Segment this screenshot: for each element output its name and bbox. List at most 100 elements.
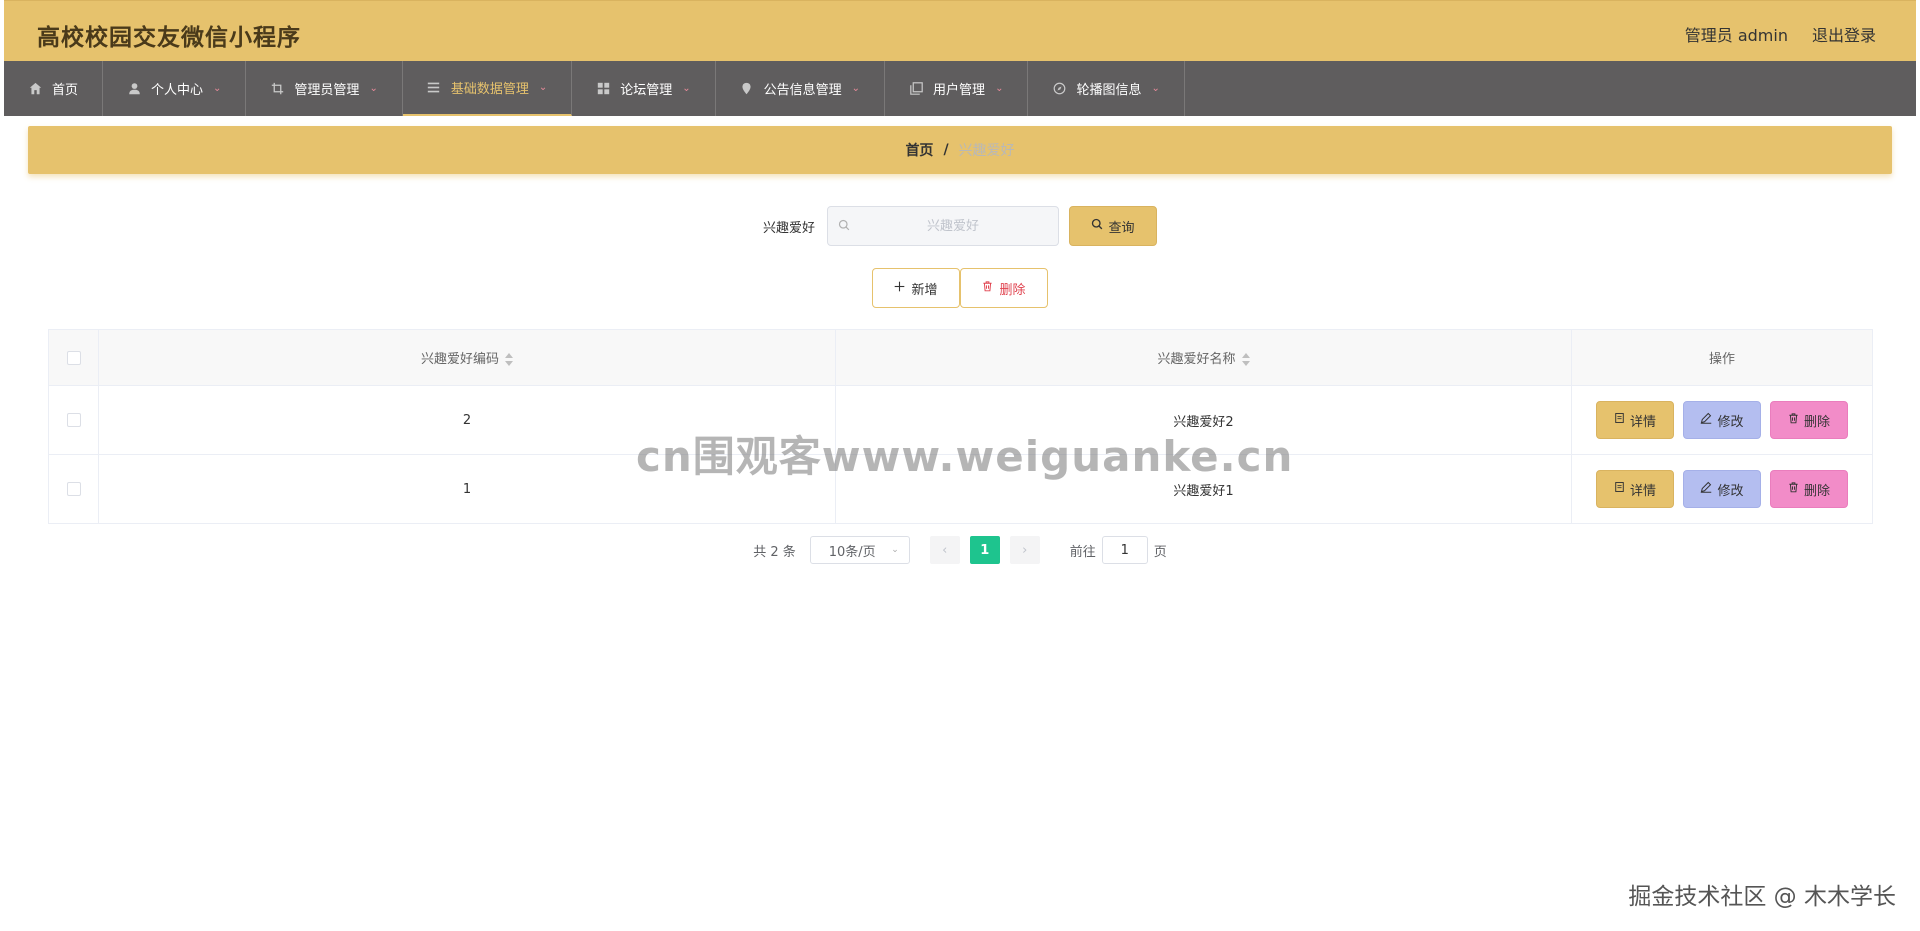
crop-icon (270, 82, 284, 96)
chevron-right-icon: › (1022, 542, 1028, 558)
query-button[interactable]: 查询 (1069, 206, 1157, 246)
nav-item-carousel-info[interactable]: 轮播图信息 ⌄ (1028, 61, 1185, 116)
nav-label: 用户管理 (933, 83, 986, 98)
column-header-name[interactable]: 兴趣爱好名称 (835, 329, 1572, 386)
pagination: 共 2 条 10条/页 ⌄ ‹ 1 › 前往 页 (28, 536, 1892, 564)
nav-label: 管理员管理 (294, 83, 360, 98)
trash-icon (982, 280, 993, 296)
content-card: 兴趣爱好 查询 新增 删除 (28, 184, 1892, 584)
nav-item-announcement-management[interactable]: 公告信息管理 ⌄ (716, 61, 886, 116)
edit-button[interactable]: 修改 (1683, 401, 1761, 439)
row-checkbox[interactable] (66, 413, 81, 427)
pin-icon (740, 82, 754, 96)
top-header: 高校校园交友微信小程序 管理员 admin 退出登录 (4, 0, 1916, 61)
plus-icon (894, 281, 905, 296)
row-select-cell (48, 385, 99, 455)
page-size-select[interactable]: 10条/页 ⌄ (809, 536, 910, 564)
nav-item-admin-management[interactable]: 管理员管理 ⌄ (246, 61, 403, 116)
sort-icon[interactable] (505, 353, 513, 366)
nav-item-basic-data[interactable]: 基础数据管理 ⌄ (402, 61, 573, 116)
detail-button[interactable]: 详情 (1596, 470, 1674, 508)
chevron-down-icon: ⌄ (538, 82, 548, 93)
main-nav: 首页 个人中心 ⌄ 管理员管理 ⌄ 基础数据管理 ⌄ 论坛管理 ⌄ 公告信息管理… (4, 61, 1916, 116)
page-number-current[interactable]: 1 (969, 536, 1000, 564)
batch-delete-label: 删除 (999, 282, 1026, 298)
logout-link[interactable]: 退出登录 (1812, 22, 1876, 46)
next-page-button[interactable]: › (1009, 536, 1040, 564)
goto-page-input[interactable] (1101, 536, 1148, 564)
breadcrumb-home-link[interactable]: 首页 (905, 140, 933, 160)
detail-label: 详情 (1629, 414, 1656, 430)
nav-label: 公告信息管理 (763, 83, 842, 98)
table-header-row: 兴趣爱好编码 兴趣爱好名称 操作 (48, 329, 1873, 386)
action-buttons: 新增 删除 (28, 268, 1892, 308)
nav-item-personal-center[interactable]: 个人中心 ⌄ (103, 61, 247, 116)
cell-actions: 详情 修改 删除 (1571, 385, 1873, 455)
trash-icon (1788, 412, 1799, 428)
select-all-cell (48, 329, 99, 386)
home-icon (28, 82, 42, 96)
search-field-wrapper (827, 206, 1059, 246)
add-button-label: 新增 (911, 282, 938, 298)
chevron-down-icon: ⌄ (369, 83, 378, 94)
user-icon (127, 82, 141, 96)
edit-label: 修改 (1717, 414, 1744, 430)
row-delete-button[interactable]: 删除 (1770, 401, 1848, 439)
column-header-actions: 操作 (1571, 329, 1873, 386)
nav-item-user-management[interactable]: 用户管理 ⌄ (885, 61, 1029, 116)
add-button[interactable]: 新增 (872, 268, 960, 308)
nav-label: 论坛管理 (620, 83, 673, 98)
nav-item-forum-management[interactable]: 论坛管理 ⌄ (572, 61, 716, 116)
page-size-value: 10条/页 (828, 544, 876, 560)
chevron-down-icon: ⌄ (213, 83, 222, 94)
nav-label: 个人中心 (151, 83, 204, 98)
column-header-code[interactable]: 兴趣爱好编码 (98, 329, 836, 386)
row-select-cell (48, 454, 99, 524)
sort-icon[interactable] (1241, 353, 1250, 366)
search-icon (1091, 218, 1103, 234)
pencil-icon (1700, 412, 1712, 428)
chevron-down-icon: ⌄ (851, 83, 861, 94)
prev-page-button[interactable]: ‹ (929, 536, 960, 564)
corner-watermark: 掘金技术社区 @ 木木学长 (1628, 884, 1896, 910)
nav-label: 首页 (52, 83, 79, 98)
edit-label: 修改 (1717, 483, 1744, 499)
header-user-area: 管理员 admin 退出登录 (1685, 22, 1876, 46)
app-title: 高校校园交友微信小程序 (37, 25, 301, 51)
trash-icon (1788, 481, 1799, 497)
detail-label: 详情 (1629, 483, 1656, 499)
detail-button[interactable]: 详情 (1596, 401, 1674, 439)
search-icon (838, 219, 850, 235)
chevron-left-icon: ‹ (942, 542, 948, 558)
search-bar: 兴趣爱好 查询 (28, 206, 1892, 246)
list-icon (427, 81, 441, 95)
pencil-icon (1700, 481, 1712, 497)
center-watermark: cn围观客www.weiguanke.cn (636, 432, 1294, 481)
chevron-down-icon: ⌄ (995, 83, 1004, 94)
chevron-down-icon: ⌄ (682, 83, 691, 94)
row-delete-label: 删除 (1803, 414, 1830, 430)
nav-label: 基础数据管理 (450, 82, 529, 97)
select-all-checkbox[interactable] (66, 350, 81, 365)
goto-suffix: 页 (1153, 544, 1167, 560)
batch-delete-button[interactable]: 删除 (960, 268, 1048, 308)
chevron-down-icon: ⌄ (891, 545, 899, 555)
chevron-down-icon: ⌄ (1151, 83, 1160, 94)
breadcrumb-separator: / (943, 142, 949, 158)
breadcrumb-current: 兴趣爱好 (958, 143, 1015, 159)
grid-icon (596, 82, 610, 96)
document-icon (1614, 481, 1625, 497)
edit-button[interactable]: 修改 (1683, 470, 1761, 508)
copy-icon (909, 82, 923, 96)
admin-user-label[interactable]: 管理员 admin (1685, 22, 1788, 46)
query-button-label: 查询 (1108, 220, 1135, 236)
row-checkbox[interactable] (66, 482, 81, 496)
row-delete-button[interactable]: 删除 (1770, 470, 1848, 508)
breadcrumb: 首页 / 兴趣爱好 (28, 126, 1892, 174)
search-label: 兴趣爱好 (762, 220, 815, 236)
goto-prefix: 前往 (1069, 544, 1096, 560)
document-icon (1614, 412, 1625, 428)
nav-item-home[interactable]: 首页 (4, 61, 104, 116)
search-input[interactable] (828, 207, 1058, 245)
compass-icon (1052, 82, 1066, 96)
